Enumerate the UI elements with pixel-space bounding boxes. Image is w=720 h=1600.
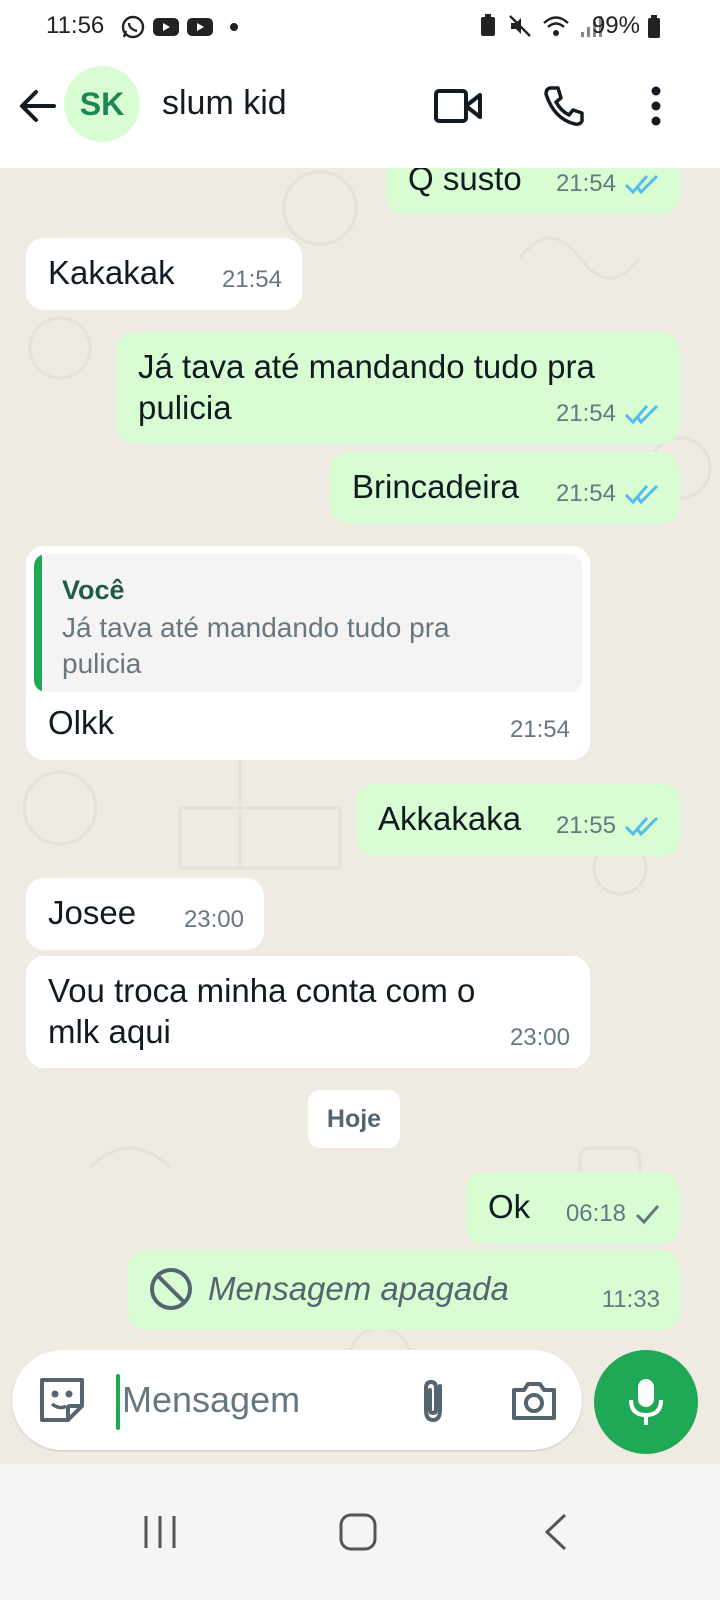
message-meta: 21:55 xyxy=(556,805,660,846)
message-text: Olkk xyxy=(48,704,114,741)
dot-icon xyxy=(220,16,244,38)
camera-button[interactable] xyxy=(506,1372,562,1428)
more-vertical-icon xyxy=(651,86,661,126)
message-text: Akkakaka xyxy=(378,800,522,837)
message-time: 21:54 xyxy=(555,400,616,427)
camera-icon xyxy=(512,1382,556,1420)
data-saver-icon xyxy=(478,14,498,38)
phone-icon xyxy=(544,86,584,126)
sticker-button[interactable] xyxy=(34,1372,90,1428)
deleted-message-text: Mensagem apagada xyxy=(208,1270,509,1307)
voice-message-button[interactable] xyxy=(594,1350,698,1454)
message-bubble-outgoing[interactable]: Akkakaka 21:55 xyxy=(356,784,680,856)
message-composer xyxy=(12,1350,582,1450)
message-time: 21:54 xyxy=(555,170,616,197)
message-bubble-incoming[interactable]: Vou troca minha conta com o mlk aqui 23:… xyxy=(26,956,590,1068)
message-bubble-outgoing[interactable]: Q susto 21:54 xyxy=(386,168,680,214)
quote-text: Já tava até mandando tudo pra pulicia xyxy=(62,610,562,682)
home-icon xyxy=(339,1513,377,1551)
quote-accent-bar xyxy=(34,554,42,692)
day-separator: Hoje xyxy=(308,1090,400,1148)
double-check-read-icon xyxy=(624,404,659,424)
message-input[interactable] xyxy=(122,1372,392,1428)
message-text-line: Vou troca minha conta com o xyxy=(48,972,476,1009)
sticker-icon xyxy=(40,1378,84,1422)
message-meta: 23:00 xyxy=(184,899,244,940)
text-cursor xyxy=(116,1374,120,1430)
recent-apps-icon xyxy=(144,1516,176,1548)
message-meta: 06:18 xyxy=(566,1193,660,1234)
message-time: 21:54 xyxy=(555,480,616,507)
chat-header: SK slum kid xyxy=(0,54,720,168)
message-meta: 21:54 xyxy=(222,259,282,300)
message-text-line: pulicia xyxy=(138,389,232,426)
double-check-read-icon xyxy=(624,484,659,504)
message-text: Brincadeira xyxy=(352,468,519,505)
message-text: Josee xyxy=(48,894,137,931)
status-time: 11:56 xyxy=(46,12,105,39)
back-nav-button[interactable] xyxy=(516,1492,596,1572)
message-text: Ok xyxy=(488,1188,531,1225)
message-bubble-outgoing[interactable]: Ok 06:18 xyxy=(466,1172,680,1244)
message-time: 21:54 xyxy=(221,266,282,293)
message-text: Kakakak xyxy=(48,254,175,291)
message-meta: 23:00 xyxy=(510,1017,570,1058)
chat-area[interactable]: Q susto 21:54 Kakakak 21:54 Já tava até … xyxy=(0,168,720,1464)
recent-apps-button[interactable] xyxy=(120,1492,200,1572)
more-options-button[interactable] xyxy=(628,78,684,134)
home-button[interactable] xyxy=(318,1492,398,1572)
message-time: 21:55 xyxy=(555,812,616,839)
contact-name[interactable]: slum kid xyxy=(162,84,287,123)
arrow-left-icon xyxy=(20,90,56,122)
single-check-icon xyxy=(635,1204,660,1224)
message-bubble-incoming-reply[interactable]: Você Já tava até mandando tudo pra pulic… xyxy=(26,546,590,760)
message-time: 23:00 xyxy=(183,906,244,933)
wifi-icon xyxy=(542,14,570,38)
message-time: 23:00 xyxy=(509,1024,570,1051)
message-meta: 21:54 xyxy=(556,393,660,434)
message-text-line: Já tava até mandando tudo pra xyxy=(138,348,595,385)
message-bubble-deleted[interactable]: Mensagem apagada 11:33 xyxy=(128,1250,680,1330)
message-text-line: mlk aqui xyxy=(48,1013,171,1050)
message-text: Q susto xyxy=(408,168,522,197)
mute-icon xyxy=(508,14,532,38)
quote-author: Você xyxy=(62,575,125,605)
status-bar: 11:56 99% xyxy=(0,0,720,54)
message-meta: 21:54 xyxy=(556,473,660,514)
avatar[interactable]: SK xyxy=(64,66,140,142)
message-meta: 21:54 xyxy=(556,168,660,204)
battery-percent: 99% xyxy=(591,12,640,39)
message-time: 11:33 xyxy=(601,1286,660,1313)
message-meta: 21:54 xyxy=(510,709,570,750)
message-bubble-incoming[interactable]: Josee 23:00 xyxy=(26,878,264,950)
notification-icons xyxy=(120,14,244,40)
quote-text-line: pulicia xyxy=(62,648,142,679)
battery-icon xyxy=(646,15,662,39)
prohibited-icon xyxy=(148,1266,194,1312)
message-time: 06:18 xyxy=(565,1200,626,1227)
youtube-icon xyxy=(186,16,214,38)
quoted-message[interactable]: Você Já tava até mandando tudo pra pulic… xyxy=(34,554,582,692)
voice-call-button[interactable] xyxy=(536,78,592,134)
quote-text-line: Já tava até mandando tudo pra xyxy=(62,612,450,643)
youtube-icon xyxy=(152,16,180,38)
chevron-left-icon xyxy=(544,1513,567,1551)
microphone-icon xyxy=(629,1379,663,1425)
system-icons xyxy=(478,14,602,38)
whatsapp-icon xyxy=(120,14,146,40)
message-bubble-outgoing[interactable]: Brincadeira 21:54 xyxy=(330,452,680,524)
video-camera-icon xyxy=(434,89,482,123)
message-time: 21:54 xyxy=(509,716,570,743)
attach-button[interactable] xyxy=(406,1372,462,1428)
message-bubble-outgoing[interactable]: Já tava até mandando tudo pra pulicia 21… xyxy=(116,332,680,444)
video-call-button[interactable] xyxy=(430,78,486,134)
double-check-read-icon xyxy=(624,174,659,194)
message-bubble-incoming[interactable]: Kakakak 21:54 xyxy=(26,238,302,310)
double-check-read-icon xyxy=(624,816,659,836)
system-navigation-bar xyxy=(0,1464,720,1600)
back-button[interactable] xyxy=(16,84,60,128)
message-meta: 11:33 xyxy=(602,1279,660,1320)
paperclip-icon xyxy=(424,1379,442,1423)
